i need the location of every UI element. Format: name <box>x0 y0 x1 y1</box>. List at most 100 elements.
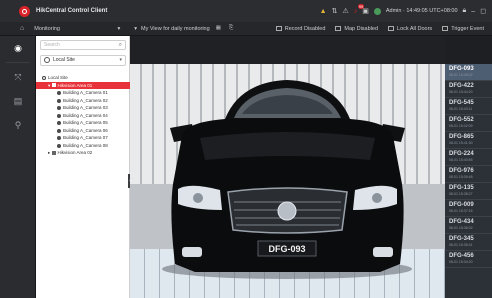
view-name-label: My View for daily monitoring <box>141 25 210 32</box>
car-image: DFG-093 <box>162 80 412 279</box>
tree-area-label: Hikvision Area 01 <box>57 82 93 88</box>
plate-list-item[interactable]: DFG-422 08-01 15:44:20 <box>445 81 492 98</box>
video-view[interactable]: ‹ <box>128 36 445 298</box>
plate-number: DFG-422 <box>449 83 474 89</box>
camera-label: Building A_Camera 06 <box>63 127 108 133</box>
camera-label: Building A_Camera 01 <box>63 90 108 95</box>
camera-icon <box>57 136 61 140</box>
map-icon <box>335 26 342 31</box>
area-icon <box>51 150 56 155</box>
camera-label: Building A_Camera 08 <box>63 142 108 148</box>
avatar[interactable] <box>373 7 381 15</box>
lock-icon[interactable]: 🔒︎ <box>463 7 467 15</box>
plate-list-item[interactable]: DFG-009 08-01 15:37:16 <box>445 200 492 217</box>
plate-list-item[interactable]: DFG-865 08-01 15:41:30 <box>445 132 492 149</box>
plate-list-item[interactable]: DFG-135 08-01 15:38:27 <box>445 183 492 200</box>
tree-camera[interactable]: Building A_Camera 06 <box>36 127 130 135</box>
warning-icon[interactable]: ▲ <box>320 8 327 15</box>
tree-camera[interactable]: Building A_Camera 07 <box>36 134 130 142</box>
view-select[interactable]: ▾ My View for daily monitoring <box>134 26 209 32</box>
app-window: HikCentral Control Client ▲ ⇅ ⚠ ♪ 99 ▣ Ad… <box>0 0 492 298</box>
alarm-icon[interactable]: ♪ 99 <box>354 3 365 15</box>
door-icon <box>388 26 395 31</box>
plate-number: DFG-865 <box>449 134 474 140</box>
toolbar: ⌂ Monitoring ▾ ▾ My View for daily monit… <box>0 22 492 36</box>
tree-camera[interactable]: Building A_Camera 01 <box>36 89 130 97</box>
minimize-icon[interactable]: – <box>471 8 475 15</box>
tree-area-selected[interactable]: ▾ Hikvision Area 01 <box>36 81 130 89</box>
trigger-event-button[interactable]: Trigger Event <box>442 26 484 32</box>
module-select[interactable]: Monitoring ▾ <box>34 26 120 32</box>
camera-label: Building A_Camera 04 <box>63 112 108 118</box>
plate-time: 08-01 15:38:27 <box>449 192 473 196</box>
plate-time: 08-01 15:43:11 <box>449 107 473 111</box>
plate-time: 08-01 15:42:09 <box>449 124 473 128</box>
title-bar: HikCentral Control Client ▲ ⇅ ⚠ ♪ 99 ▣ Ad… <box>0 0 492 22</box>
car-license-plate: DFG-093 <box>268 244 305 254</box>
left-nav: ◉ ⤧ ▤ ⚲ <box>0 36 36 298</box>
tree-camera[interactable]: Building A_Camera 04 <box>36 112 130 120</box>
plate-time: 08-01 15:35:41 <box>449 243 473 247</box>
map-disabled-label: Map Disabled <box>344 25 379 32</box>
search-input[interactable]: Search ⌕ <box>40 40 126 50</box>
nav-live-view[interactable]: ◉ <box>0 36 36 60</box>
nav-grid[interactable]: ▤ <box>0 89 36 113</box>
plate-list-item[interactable]: DFG-976 08-01 15:39:48 <box>445 166 492 183</box>
trigger-event-label: Trigger Event <box>451 25 484 32</box>
tree-camera[interactable]: Building A_Camera 03 <box>36 104 130 112</box>
plate-number: DFG-545 <box>449 100 474 106</box>
layout-icon[interactable]: ▦ <box>216 25 221 32</box>
plate-list-item[interactable]: DFG-456 08-01 15:34:20 <box>445 251 492 268</box>
tree-camera[interactable]: Building A_Camera 02 <box>36 97 130 105</box>
tree-area-label: Hikvision Area 02 <box>57 150 93 155</box>
site-label: Local Site <box>53 57 75 63</box>
nav-playback[interactable]: ⤧ <box>0 65 36 89</box>
lock-all-doors-button[interactable]: Lock All Doors <box>388 26 432 32</box>
camera-icon <box>57 128 61 133</box>
site-select[interactable]: Local Site ▾ <box>40 55 126 66</box>
search-icon[interactable]: ⌕ <box>119 41 122 49</box>
plate-time: 08-01 15:40:55 <box>449 158 473 162</box>
nav-person[interactable]: ⚲ <box>0 113 36 137</box>
plate-time: 08-01 15:41:30 <box>449 141 473 145</box>
camera-icon <box>57 106 61 110</box>
person-icon: ⚲ <box>14 119 22 130</box>
network-icon[interactable]: ⇅ <box>332 7 338 15</box>
alarm-count-badge: 99 <box>357 3 365 9</box>
app-logo <box>19 5 30 17</box>
plate-list-item[interactable]: DFG-224 08-01 15:40:55 <box>445 149 492 166</box>
site-icon <box>44 57 50 63</box>
tree-root[interactable]: Local Site <box>36 74 130 82</box>
camera-feed[interactable]: DFG-093 <box>130 64 445 298</box>
plate-list-item[interactable]: DFG-552 08-01 15:42:09 <box>445 115 492 132</box>
maximize-icon[interactable]: ◻ <box>480 7 486 15</box>
tree-camera[interactable]: Building A_Camera 08 <box>36 142 130 150</box>
map-disabled-button[interactable]: Map Disabled <box>335 26 378 32</box>
plate-number: DFG-224 <box>449 151 474 157</box>
plate-list-item[interactable]: DFG-345 08-01 15:35:41 <box>445 234 492 251</box>
search-placeholder: Search <box>44 42 60 48</box>
plate-time: 08-01 15:36:02 <box>449 226 473 230</box>
grid-icon: ▤ <box>13 95 23 106</box>
resource-tree: Local Site ▾ Hikvision Area 01 Building … <box>36 74 130 157</box>
site-icon <box>42 75 46 80</box>
home-icon[interactable]: ⌂ <box>20 25 24 32</box>
record-disabled-button[interactable]: Record Disabled <box>275 26 325 32</box>
save-view-icon[interactable]: ⎘ <box>229 25 233 32</box>
tree-area[interactable]: ▸ Hikvision Area 02 <box>36 149 130 157</box>
tree-root-label: Local Site <box>48 75 68 80</box>
camera-label: Building A_Camera 03 <box>63 105 108 110</box>
plate-time: 08-01 15:34:20 <box>449 260 473 264</box>
plate-list-item[interactable]: DFG-093 08-01 15:45:02 <box>445 64 492 81</box>
tree-camera[interactable]: Building A_Camera 05 <box>36 119 130 127</box>
plate-list-item[interactable]: DFG-434 08-01 15:36:02 <box>445 217 492 234</box>
notification-icon[interactable]: ⚠ <box>342 7 348 15</box>
chevron-down-icon: ▾ <box>119 57 122 63</box>
camera-icon <box>57 143 61 148</box>
plate-number: DFG-552 <box>449 117 474 123</box>
plate-list-item[interactable]: DFG-545 08-01 15:43:11 <box>445 98 492 115</box>
plate-number: DFG-135 <box>449 185 474 191</box>
lock-all-doors-label: Lock All Doors <box>397 25 433 32</box>
toolbar-actions: Record Disabled Map Disabled Lock All Do… <box>275 26 484 32</box>
camera-label: Building A_Camera 07 <box>63 135 108 140</box>
